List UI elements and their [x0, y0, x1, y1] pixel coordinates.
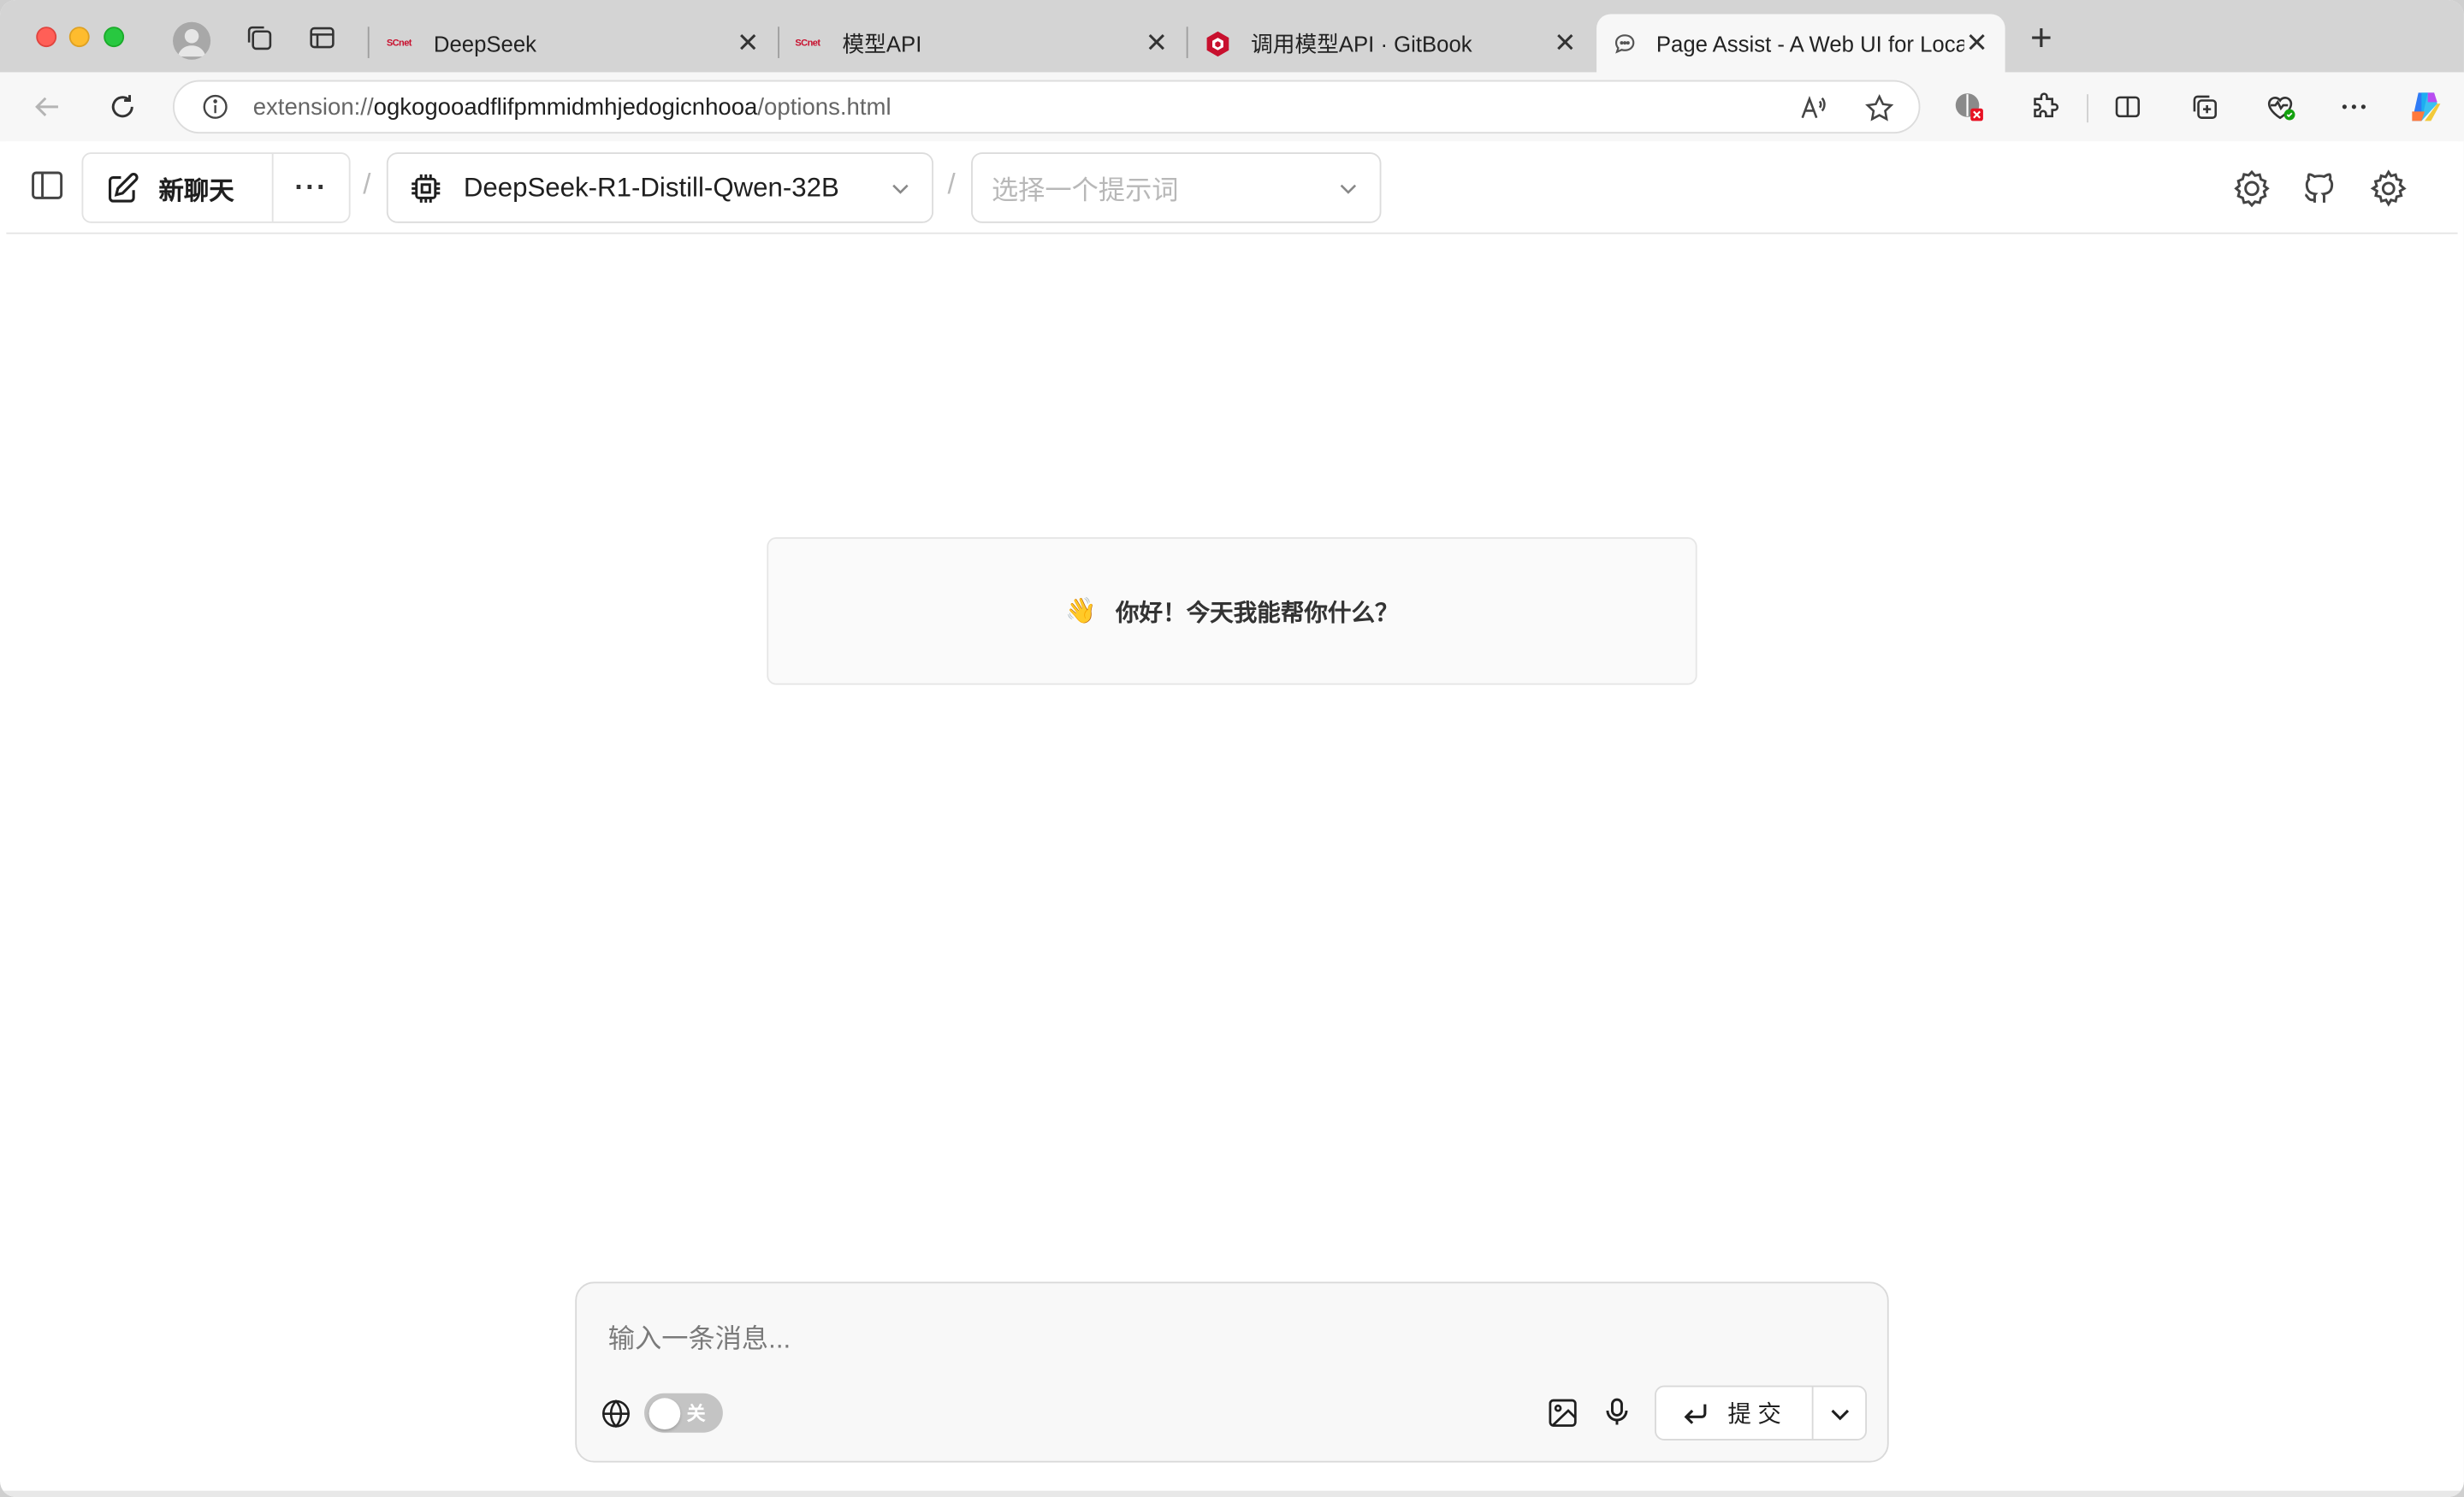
minimize-window-button[interactable] [68, 27, 90, 48]
close-window-button[interactable] [36, 27, 57, 48]
back-arrow-icon[interactable] [27, 86, 68, 127]
submit-label: 提交 [1727, 1400, 1788, 1429]
url-host: ogkogooadflifpmmidmhjedogicnhooa [373, 93, 758, 121]
toggle-knob [649, 1397, 681, 1429]
new-chat-label: 新聊天 [158, 178, 234, 205]
info-icon[interactable] [199, 92, 231, 123]
read-aloud-icon[interactable] [1796, 92, 1830, 126]
gitbook-icon [1204, 29, 1232, 57]
url-path: /options.html [757, 93, 891, 121]
toolbar-divider [2087, 94, 2088, 123]
breadcrumb-separator: / [947, 168, 956, 200]
cpu-chip-icon [407, 169, 445, 206]
toggle-label: 关 [686, 1402, 706, 1425]
breadcrumb-separator: / [363, 168, 371, 200]
profile-avatar[interactable] [173, 21, 211, 60]
submit-button[interactable]: 提交 [1656, 1387, 1814, 1440]
page-assist-app: 新聊天 ··· / DeepSeek-R1-Distill-Qwen-32B /… [6, 141, 2458, 1491]
browser-toolbar: extension://ogkogooadflifpmmidmhjedogicn… [0, 72, 2464, 142]
sidebar-toggle-icon[interactable] [28, 167, 66, 204]
favorite-star-icon[interactable] [1862, 92, 1896, 126]
enter-key-icon [1680, 1397, 1712, 1429]
browser-window: SCnet DeepSeek ✕ SCnet 模型API ✕ 调用模型API ·… [0, 0, 2464, 1497]
close-icon[interactable]: ✕ [736, 27, 761, 57]
model-select[interactable]: DeepSeek-R1-Distill-Qwen-32B [386, 152, 933, 223]
tab-model-api[interactable]: SCnet 模型API ✕ [779, 15, 1185, 73]
waving-hand-icon: 👋 [1065, 598, 1097, 625]
tab-strip: SCnet DeepSeek ✕ SCnet 模型API ✕ 调用模型API ·… [0, 0, 2464, 73]
chevron-down-icon [888, 175, 913, 200]
prompt-placeholder: 选择一个提示词 [991, 175, 1179, 206]
close-icon[interactable]: ✕ [1553, 27, 1578, 57]
maximize-window-button[interactable] [104, 27, 125, 48]
copilot-icon[interactable] [2406, 88, 2443, 126]
edit-icon [105, 170, 139, 204]
collections-icon[interactable] [2186, 88, 2224, 126]
browser-essentials-icon[interactable] [2261, 88, 2299, 126]
window-bottom-edge [0, 1490, 2464, 1497]
page: SCnet DeepSeek ✕ SCnet 模型API ✕ 调用模型API ·… [0, 0, 2464, 1497]
globe-icon[interactable] [599, 1396, 633, 1430]
greeting-text: 你好！今天我能帮你什么？ [1115, 599, 1399, 626]
tab-title: DeepSeek [433, 30, 537, 56]
github-icon[interactable] [2297, 167, 2341, 210]
extensions-icon[interactable] [2026, 88, 2064, 126]
tab-separator [367, 27, 370, 58]
reload-icon[interactable] [102, 86, 143, 127]
split-screen-icon[interactable] [2109, 88, 2147, 126]
vertical-tabs-icon[interactable] [305, 21, 339, 55]
address-bar[interactable]: extension://ogkogooadflifpmmidmhjedogicn… [173, 80, 1921, 134]
more-options-button[interactable]: ··· [274, 154, 349, 222]
tab-page-assist[interactable]: Page Assist - A Web UI for Local AI Mode… [1596, 14, 2005, 73]
tab-title: Page Assist - A Web UI for Local AI Mode… [1656, 30, 1964, 56]
close-icon[interactable]: ✕ [1144, 27, 1169, 57]
prompt-select[interactable]: 选择一个提示词 [971, 152, 1382, 223]
workspaces-icon[interactable] [242, 21, 276, 55]
url-scheme: extension:// [252, 93, 374, 121]
tab-gitbook[interactable]: 调用模型API · GitBook ✕ [1188, 15, 1594, 73]
chevron-down-icon [1827, 1400, 1851, 1425]
image-upload-icon[interactable] [1544, 1395, 1578, 1429]
settings-gear-icon[interactable] [2366, 167, 2410, 210]
message-input[interactable] [607, 1321, 1834, 1359]
microphone-icon[interactable] [1600, 1395, 1634, 1429]
new-chat-button[interactable]: 新聊天 [83, 153, 274, 222]
chat-bubble-icon [1612, 31, 1637, 56]
scnet-icon: SCnet [386, 38, 412, 49]
ollama-settings-icon[interactable] [2230, 167, 2273, 210]
message-composer: 关 提交 [575, 1281, 1889, 1463]
tab-title: 模型API [842, 30, 922, 56]
scnet-icon: SCnet [795, 38, 820, 49]
selected-model: DeepSeek-R1-Distill-Qwen-32B [463, 172, 839, 202]
chevron-down-icon [1336, 175, 1360, 200]
url-text[interactable]: extension://ogkogooadflifpmmidmhjedogicn… [253, 93, 891, 120]
more-options-icon[interactable] [2335, 88, 2372, 126]
tab-deepseek[interactable]: SCnet DeepSeek ✕ [370, 15, 776, 73]
greeting-card: 👋 你好！今天我能帮你什么？ [767, 537, 1697, 685]
web-search-toggle[interactable]: 关 [644, 1393, 723, 1433]
tab-title: 调用模型API · GitBook [1251, 30, 1472, 56]
submit-group: 提交 [1655, 1385, 1867, 1441]
submit-options-button[interactable] [1814, 1387, 1866, 1439]
close-icon[interactable]: ✕ [1964, 27, 1989, 57]
new-chat-group: 新聊天 ··· [81, 152, 351, 223]
new-tab-button[interactable]: + [2024, 20, 2058, 58]
tracking-prevention-icon[interactable] [1950, 88, 1987, 126]
app-header: 新聊天 ··· / DeepSeek-R1-Distill-Qwen-32B /… [6, 141, 2458, 234]
